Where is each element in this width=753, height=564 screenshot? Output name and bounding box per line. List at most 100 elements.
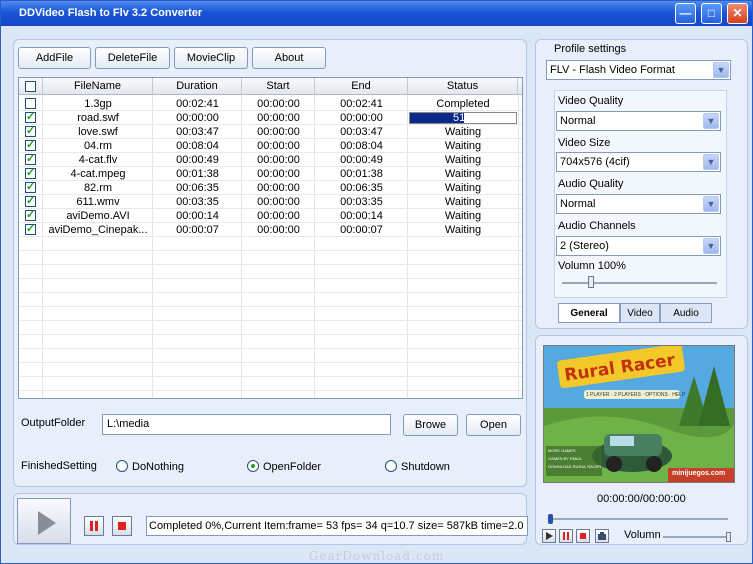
audio-quality-value: Normal <box>560 198 596 210</box>
delete-file-button[interactable]: DeleteFile <box>95 47 170 69</box>
play-icon <box>38 511 56 535</box>
row-checkbox[interactable] <box>25 124 36 137</box>
open-button[interactable]: Open <box>466 414 521 436</box>
row-checkbox[interactable] <box>25 98 36 109</box>
cell-name: aviDemo_Cinepak... <box>48 224 148 236</box>
audio-quality-select[interactable]: Normal ▼ <box>556 194 721 214</box>
column-filename[interactable]: FileName <box>43 78 153 95</box>
cell-duration: 00:02:41 <box>176 98 219 110</box>
row-checkbox[interactable] <box>25 222 36 235</box>
progress-bar: 51% <box>409 112 517 124</box>
cell-status: Waiting <box>444 210 482 222</box>
finished-setting-label: FinishedSetting <box>21 460 97 472</box>
cell-name: 1.3gp <box>84 98 112 110</box>
video-quality-select[interactable]: Normal ▼ <box>556 111 721 131</box>
chevron-down-icon[interactable]: ▼ <box>703 154 719 170</box>
row-checkbox[interactable] <box>25 152 36 165</box>
cell-name: aviDemo.AVI <box>66 210 130 222</box>
cell-duration: 00:00:14 <box>176 210 219 222</box>
tab-general[interactable]: General <box>558 303 620 323</box>
snapshot-button[interactable] <box>595 529 609 543</box>
volume-slider-thumb[interactable] <box>587 276 594 288</box>
preview-play-button[interactable] <box>542 529 556 543</box>
preview-pause-button[interactable] <box>559 529 573 543</box>
audio-channels-select[interactable]: 2 (Stereo) ▼ <box>556 236 721 256</box>
radio-open-folder[interactable] <box>247 460 259 472</box>
about-button[interactable]: About <box>252 47 326 69</box>
table-row[interactable]: love.swf 00:03:47 00:00:00 00:03:47 Waiting <box>19 124 522 139</box>
select-all-checkbox[interactable] <box>25 81 36 92</box>
select-all-cell[interactable] <box>19 78 43 95</box>
column-end[interactable]: End <box>315 78 408 95</box>
cell-duration: 00:03:47 <box>176 126 219 138</box>
table-row[interactable]: 4-cat.flv 00:00:49 00:00:00 00:00:49 Waiting <box>19 152 522 167</box>
seek-thumb[interactable] <box>548 514 553 524</box>
play-button[interactable] <box>17 498 71 544</box>
audio-channels-label: Audio Channels <box>558 220 636 232</box>
profile-select-value: FLV - Flash Video Format <box>550 64 675 76</box>
profile-select[interactable]: FLV - Flash Video Format ▼ <box>546 60 731 80</box>
table-row[interactable]: 4-cat.mpeg 00:01:38 00:00:00 00:01:38 Waitin… <box>19 166 522 181</box>
row-checkbox[interactable] <box>25 180 36 193</box>
row-checkbox[interactable] <box>25 208 36 221</box>
cell-status: Waiting <box>444 154 482 166</box>
preview-volume-slider[interactable] <box>663 536 729 538</box>
chevron-down-icon[interactable]: ▼ <box>703 113 719 129</box>
minimize-button[interactable]: — <box>675 3 696 24</box>
column-start[interactable]: Start <box>242 78 315 95</box>
volume-slider-track[interactable] <box>562 282 717 284</box>
add-file-button[interactable]: AddFile <box>18 47 91 69</box>
output-folder-input[interactable]: L:\media <box>102 414 391 435</box>
radio-do-nothing[interactable] <box>116 460 128 472</box>
table-row[interactable]: aviDemo_Cinepak... 00:00:07 00:00:00 00:00:… <box>19 222 522 237</box>
row-checkbox[interactable] <box>25 194 36 207</box>
radio-open-folder-label[interactable]: OpenFolder <box>263 461 321 473</box>
chevron-down-icon[interactable]: ▼ <box>703 238 719 254</box>
cell-status: Waiting <box>444 196 482 208</box>
cell-duration: 00:00:07 <box>176 224 219 236</box>
seek-bar[interactable] <box>550 518 728 520</box>
column-duration[interactable]: Duration <box>153 78 242 95</box>
title-bar: DDVideo Flash to Flv 3.2 Converter — □ ✕ <box>1 1 752 26</box>
table-row[interactable]: aviDemo.AVI 00:00:14 00:00:00 00:00:14 Waiti… <box>19 208 522 223</box>
cell-end: 00:00:00 <box>340 112 383 124</box>
maximize-button[interactable]: □ <box>701 3 722 24</box>
chevron-down-icon[interactable]: ▼ <box>703 196 719 212</box>
row-checkbox[interactable] <box>25 110 36 123</box>
browse-button[interactable]: Browe <box>403 414 458 436</box>
camera-icon <box>598 532 606 540</box>
column-status[interactable]: Status <box>408 78 518 95</box>
cell-status: 51% <box>408 111 518 125</box>
radio-shutdown[interactable] <box>385 460 397 472</box>
table-row[interactable]: 1.3gp 00:02:41 00:00:00 00:02:41 Completed <box>19 97 522 111</box>
tab-video[interactable]: Video <box>620 303 660 323</box>
row-checkbox[interactable] <box>25 166 36 179</box>
window-title: DDVideo Flash to Flv 3.2 Converter <box>19 7 203 19</box>
preview-stop-button[interactable] <box>576 529 590 543</box>
chevron-down-icon[interactable]: ▼ <box>713 62 729 78</box>
game-menu-item: MORE GAMES <box>548 448 576 453</box>
stop-icon <box>580 533 586 539</box>
tab-audio[interactable]: Audio <box>660 303 712 323</box>
cell-name: 611.wmv <box>76 196 120 208</box>
table-row[interactable]: 611.wmv 00:03:35 00:00:00 00:03:35 Waiting <box>19 194 522 209</box>
preview-volume-thumb[interactable] <box>726 532 731 542</box>
radio-shutdown-label[interactable]: Shutdown <box>401 461 450 473</box>
pause-button[interactable] <box>84 516 104 536</box>
movie-clip-button[interactable]: MovieClip <box>174 47 248 69</box>
stop-button[interactable] <box>112 516 132 536</box>
table-row[interactable]: 82.rm 00:06:35 00:00:00 00:06:35 Waiting <box>19 180 522 195</box>
cell-start: 00:00:00 <box>257 224 300 236</box>
stop-icon <box>118 522 126 530</box>
row-checkbox[interactable] <box>25 138 36 151</box>
cell-end: 00:00:49 <box>340 154 383 166</box>
file-table[interactable]: FileName Duration Start End Status 1.3gp… <box>18 77 523 399</box>
pause-icon <box>90 521 98 531</box>
table-row[interactable]: 04.rm 00:08:04 00:00:00 00:08:04 Waiting <box>19 138 522 153</box>
cell-end: 00:03:47 <box>340 126 383 138</box>
close-button[interactable]: ✕ <box>727 3 748 24</box>
cell-name: love.swf <box>78 126 118 138</box>
video-size-select[interactable]: 704x576 (4cif) ▼ <box>556 152 721 172</box>
table-row[interactable]: road.swf 00:00:00 00:00:00 00:00:00 51% <box>19 110 522 125</box>
radio-do-nothing-label[interactable]: DoNothing <box>132 461 184 473</box>
